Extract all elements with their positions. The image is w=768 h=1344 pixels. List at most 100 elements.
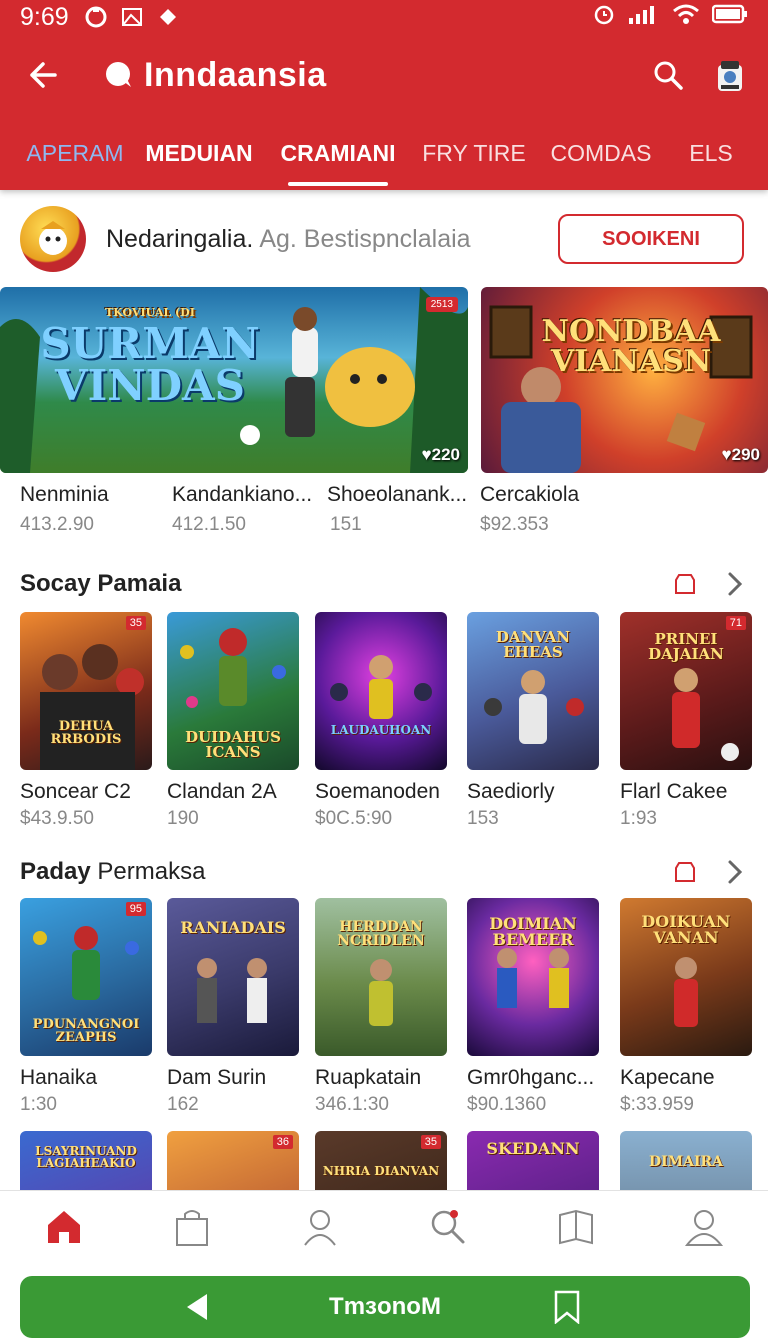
tile-thumbnail: NHRIA DIANVAN 35 [315, 1131, 447, 1190]
chevron-right-icon[interactable] [720, 569, 750, 599]
follow-button[interactable]: SOOIKENI [558, 214, 744, 264]
account-icon [684, 1209, 724, 1246]
search-button[interactable] [640, 47, 696, 103]
tile-thumbnail: HERDDAN NCRIDLEN [315, 898, 447, 1056]
tile-title: Ruapkatain [315, 1066, 422, 1089]
search-icon [431, 1209, 465, 1243]
nav-store[interactable] [128, 1191, 256, 1262]
tile-title: Dam Surin [167, 1066, 267, 1089]
tile-title: Saediorly [467, 780, 555, 803]
battery-icon [711, 3, 748, 31]
featured-badge: 2513 [425, 297, 458, 312]
featured-meta: 151 [330, 514, 362, 535]
bookmark-icon[interactable] [552, 1290, 582, 1324]
tile-thumbnail: SKEDANN [467, 1131, 599, 1190]
nav-account[interactable] [640, 1191, 768, 1262]
tile-meta: 162 [167, 1094, 199, 1115]
section-row-partial: LSAYRINUAND LAGIAHEAKIO 36 NHRIA DIANVAN… [0, 1131, 768, 1190]
section-title: Socay Pamaia [20, 570, 182, 597]
tab-label: COMDAS [550, 140, 652, 166]
app-header: 9:69 Inndaansia APERAM MEDUIAN CRAMIANI … [0, 0, 768, 190]
featured-card-image[interactable]: NONDBAA VIANASN ♥290 [481, 287, 768, 473]
tab-aperam[interactable]: APERAM [16, 126, 134, 188]
back-button[interactable] [12, 45, 72, 105]
tab-els[interactable]: ELS [666, 126, 756, 188]
featured-title[interactable]: Kandankiano... [172, 483, 312, 507]
featured-art-title: SURMAN VINDAS [40, 319, 260, 410]
avatar-icon [718, 61, 742, 91]
status-time: 9:69 [20, 2, 69, 31]
nav-home[interactable] [0, 1191, 128, 1262]
tab-cramiani[interactable]: CRAMIANI [264, 126, 412, 188]
wifi-icon [672, 3, 700, 32]
tile-thumbnail: DEHUA RRBODIS 35 [20, 612, 152, 770]
bookmark-outline-icon[interactable] [672, 859, 698, 885]
profile-avatar-button[interactable] [702, 47, 758, 103]
tile-meta: 190 [167, 808, 199, 829]
section-header: Paday Permaksa [0, 852, 768, 892]
tile-art-title: SKEDANN [486, 1139, 580, 1158]
tile-meta: 153 [467, 808, 499, 829]
tag-icon [155, 4, 181, 30]
chevron-right-icon[interactable] [720, 857, 750, 887]
tile-meta: $:33.959 [620, 1094, 694, 1115]
channel-logo[interactable] [20, 206, 86, 272]
person-icon [304, 1209, 336, 1246]
notification-icon [83, 4, 109, 30]
channel-subtitle: Ag. Bestispnclalaia [259, 224, 471, 253]
tile-thumbnail: LAUDAUHOAN [315, 612, 447, 770]
play-icon [182, 1292, 212, 1322]
tile-thumbnail: 36 [167, 1131, 299, 1190]
category-tabs: APERAM MEDUIAN CRAMIANI FRY TIRE COMDAS … [0, 126, 768, 188]
tab-comdas[interactable]: COMDAS [536, 126, 666, 188]
tile-thumbnail: LSAYRINUAND LAGIAHEAKIO [20, 1131, 152, 1190]
featured-title[interactable]: Cercakiola [480, 483, 579, 507]
featured-meta: 413.2.90 [20, 514, 94, 535]
tile-badge: 36 [272, 1135, 293, 1149]
app-bar: Inndaansia [0, 42, 768, 108]
tile-meta: 1:30 [20, 1094, 57, 1115]
app-logo-icon [102, 58, 136, 92]
tab-fry-tire[interactable]: FRY TIRE [412, 126, 536, 188]
tile-title: Kapecane [620, 1066, 715, 1089]
tile-meta: 346.1:30 [315, 1094, 389, 1115]
tile-thumbnail: DOIMIAN BEMEER [467, 898, 599, 1056]
tile-meta: 1:93 [620, 808, 657, 829]
tile-thumbnail: DUIDAHUS ICANS [167, 612, 299, 770]
tab-label: ELS [689, 140, 733, 166]
tab-label: APERAM [26, 140, 124, 166]
tile-badge: 95 [125, 902, 146, 916]
image-icon [119, 4, 145, 30]
tab-meduian[interactable]: MEDUIAN [134, 126, 264, 188]
featured-like-count: ♥220 [421, 445, 460, 464]
tab-label: CRAMIANI [280, 140, 396, 166]
featured-title[interactable]: Nenminia [20, 483, 109, 507]
section-header: Socay Pamaia [0, 564, 768, 604]
bottom-navigation [0, 1190, 768, 1262]
tile-thumbnail: PDUNANGNOI ZEAPHS 95 [20, 898, 152, 1056]
tab-label: FRY TIRE [422, 140, 526, 166]
channel-row: Nedaringalia. Ag. Bestispnclalaia SOOIKE… [0, 200, 768, 278]
featured-title[interactable]: Shoeolanank... [327, 483, 467, 507]
search-icon [654, 61, 683, 90]
nav-search[interactable] [384, 1191, 512, 1262]
tile-badge: 35 [125, 616, 146, 630]
tile-artwork [330, 655, 432, 719]
app-title: Inndaansia [144, 55, 327, 94]
mascot-icon [39, 221, 67, 255]
section-row: PDUNANGNOI ZEAPHS 95 Hanaika 1:30 RANIAD… [0, 898, 768, 1128]
nav-profile[interactable] [256, 1191, 384, 1262]
tile-art-title: PDUNANGNOI ZEAPHS [32, 1017, 140, 1045]
tile-meta: $90.1360 [467, 1094, 547, 1115]
primary-action-label: TmɜonoM [329, 1293, 441, 1320]
featured-card-image[interactable]: TKOVIUAL (DI SURMAN VINDAS 2513 ♥220 [0, 287, 468, 473]
nav-library[interactable] [512, 1191, 640, 1262]
bookmark-outline-icon[interactable] [672, 571, 698, 597]
tab-label: MEDUIAN [145, 140, 253, 166]
tile-art-title: PRINEI DAJAIAN [648, 630, 724, 663]
tile-thumbnail: DOIKUAN VANAN [620, 898, 752, 1056]
primary-action-bar[interactable]: TmɜonoM [20, 1276, 750, 1338]
featured-art-title: NONDBAA VIANASN [541, 314, 721, 379]
tile-title: Flarl Cakee [620, 780, 728, 803]
signal-icon [628, 3, 660, 31]
